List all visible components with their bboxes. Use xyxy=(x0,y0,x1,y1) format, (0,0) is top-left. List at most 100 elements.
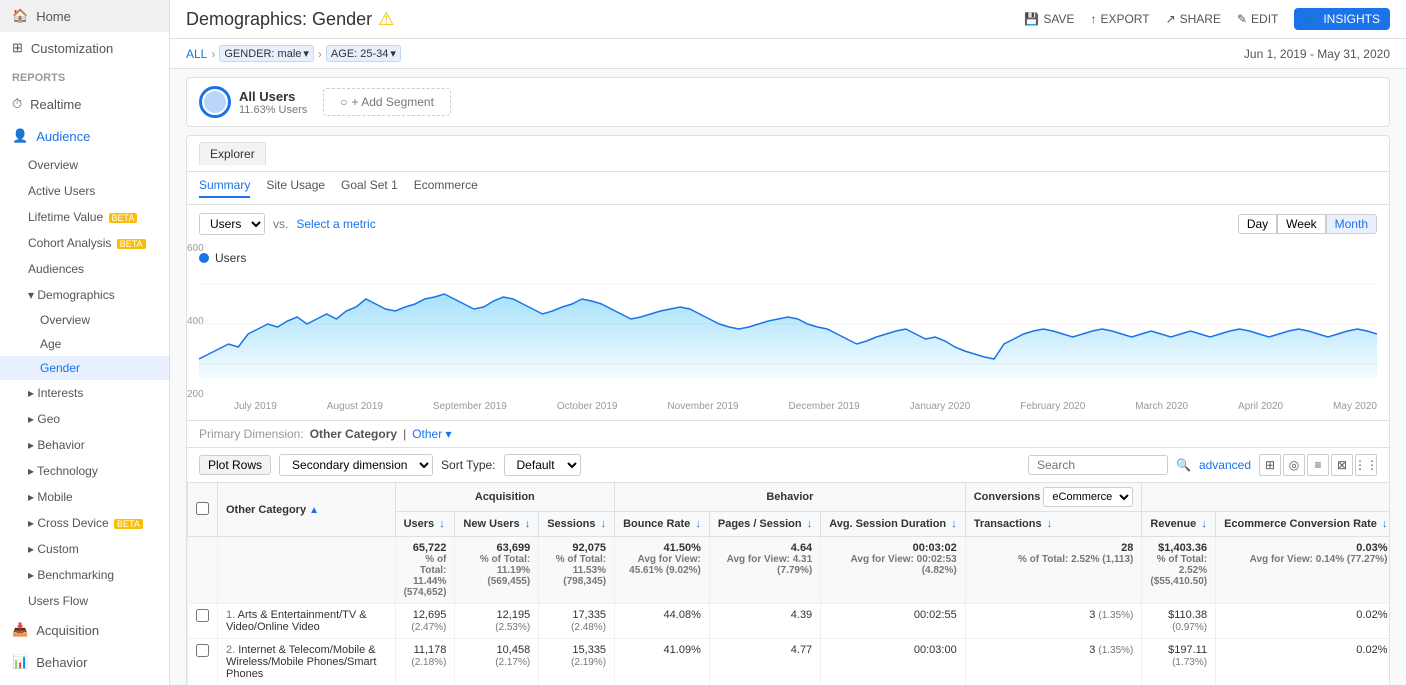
breadcrumb-all[interactable]: ALL xyxy=(186,47,207,61)
primary-dimension-bar: Primary Dimension: Other Category | Othe… xyxy=(187,420,1389,447)
total-avg-session: 00:03:02 Avg for View: 00:02:53 (4.82%) xyxy=(821,537,966,604)
sidebar-item-geo[interactable]: ▸ Geo xyxy=(0,406,169,432)
sidebar-item-active-users[interactable]: Active Users xyxy=(0,178,169,204)
sidebar-item-behavior[interactable]: 📊 Behavior xyxy=(0,646,169,678)
row-new-users: 12,195 (2.53%) xyxy=(455,604,539,639)
conversions-dropdown[interactable]: eCommerce xyxy=(1043,487,1133,507)
row-checkbox[interactable] xyxy=(196,644,209,657)
scatter-view-icon[interactable]: ⋮⋮ xyxy=(1355,454,1377,476)
primary-dim-other[interactable]: Other ▾ xyxy=(412,427,451,441)
users-col-header[interactable]: Users ↓ xyxy=(395,512,455,537)
table-search-input[interactable] xyxy=(1028,455,1168,475)
breadcrumb-age-chip[interactable]: AGE: 25-34 ▾ xyxy=(326,45,401,62)
sidebar-item-interests[interactable]: ▸ Interests xyxy=(0,380,169,406)
edit-button[interactable]: ✎ EDIT xyxy=(1237,12,1278,26)
select-all-checkbox[interactable] xyxy=(196,502,209,515)
time-btn-week[interactable]: Week xyxy=(1277,214,1325,234)
advanced-link[interactable]: advanced xyxy=(1199,458,1251,472)
time-buttons: Day Week Month xyxy=(1238,214,1377,234)
sub-tabs: Summary Site Usage Goal Set 1 Ecommerce xyxy=(187,172,1389,205)
sidebar-item-demographics-overview[interactable]: Overview xyxy=(0,308,169,332)
pivot-view-icon[interactable]: ⊠ xyxy=(1331,454,1353,476)
table-ctrl-right: 🔍 advanced ⊞ ◎ ≡ ⊠ ⋮⋮ xyxy=(1028,454,1377,476)
add-segment-button[interactable]: ○ + Add Segment xyxy=(323,88,451,116)
segment-info: All Users 11.63% Users xyxy=(239,89,307,116)
plot-rows-button[interactable]: Plot Rows xyxy=(199,455,271,475)
table-row: 2. Internet & Telecom/Mobile & Wireless/… xyxy=(188,639,1390,685)
tab-site-usage[interactable]: Site Usage xyxy=(266,178,325,198)
new-users-col-header[interactable]: New Users ↓ xyxy=(455,512,539,537)
sidebar-item-audiences[interactable]: Audiences xyxy=(0,256,169,282)
save-icon: 💾 xyxy=(1024,12,1039,26)
tab-summary[interactable]: Summary xyxy=(199,178,250,198)
customization-label: Customization xyxy=(31,41,113,56)
time-btn-month[interactable]: Month xyxy=(1326,214,1377,234)
sort-type-dropdown[interactable]: Default xyxy=(504,454,581,476)
breadcrumb-gender-chip[interactable]: GENDER: male ▾ xyxy=(219,45,314,62)
total-ecomm-conv: 0.03% Avg for View: 0.14% (77.27%) xyxy=(1216,537,1389,604)
bar-view-icon[interactable]: ≡ xyxy=(1307,454,1329,476)
sidebar-item-home[interactable]: 🏠 Home xyxy=(0,0,169,32)
row-checkbox-cell[interactable] xyxy=(188,604,218,639)
home-icon: 🏠 xyxy=(12,8,28,24)
home-label: Home xyxy=(36,9,71,24)
sidebar-item-gender[interactable]: Gender xyxy=(0,356,169,380)
sidebar-item-realtime[interactable]: ⏱ Realtime xyxy=(0,88,169,120)
ecomm-conv-col-header[interactable]: Ecommerce Conversion Rate ↓ xyxy=(1216,512,1389,537)
save-button[interactable]: 💾 SAVE xyxy=(1024,12,1074,26)
header-actions: 💾 SAVE ↑ EXPORT ↗ SHARE ✎ EDIT 👤 INSIGHT… xyxy=(1024,8,1390,30)
insights-icon: 👤 xyxy=(1304,12,1319,26)
row-transactions: 3 (1.35%) xyxy=(965,604,1142,639)
secondary-dimension-dropdown[interactable]: Secondary dimension xyxy=(279,454,433,476)
sidebar-item-behavior[interactable]: ▸ Behavior xyxy=(0,432,169,458)
row-category: 1. Arts & Entertainment/TV & Video/Onlin… xyxy=(218,604,396,639)
primary-dim-value: Other Category xyxy=(310,427,397,441)
select-all-header xyxy=(188,483,218,537)
chart-container: 600 400 200 xyxy=(199,269,1377,399)
time-btn-day[interactable]: Day xyxy=(1238,214,1277,234)
revenue-col-header[interactable]: Revenue ↓ xyxy=(1142,512,1216,537)
avg-session-col-header[interactable]: Avg. Session Duration ↓ xyxy=(821,512,966,537)
edit-icon: ✎ xyxy=(1237,12,1247,26)
sidebar-item-acquisition[interactable]: 📥 Acquisition xyxy=(0,614,169,646)
pie-view-icon[interactable]: ◎ xyxy=(1283,454,1305,476)
sidebar-item-age[interactable]: Age xyxy=(0,332,169,356)
metric-dropdown[interactable]: Users xyxy=(199,213,265,235)
table-view-icon[interactable]: ⊞ xyxy=(1259,454,1281,476)
row-users: 11,178 (2.18%) xyxy=(395,639,455,685)
sidebar-item-customization[interactable]: ⊞ Customization xyxy=(0,32,169,64)
row-checkbox-cell[interactable] xyxy=(188,639,218,685)
sidebar-item-conversions[interactable]: 🎯 Conversions xyxy=(0,678,169,685)
sidebar-item-demographics[interactable]: ▾ Demographics xyxy=(0,282,169,308)
export-button[interactable]: ↑ EXPORT xyxy=(1090,12,1149,26)
row-pages-session: 4.39 xyxy=(709,604,820,639)
sidebar-item-cross-device[interactable]: ▸ Cross Device BETA xyxy=(0,510,169,536)
tab-ecommerce[interactable]: Ecommerce xyxy=(414,178,478,198)
row-checkbox[interactable] xyxy=(196,609,209,622)
sidebar-item-overview[interactable]: Overview xyxy=(0,152,169,178)
sidebar-item-technology[interactable]: ▸ Technology xyxy=(0,458,169,484)
explorer-tab-label[interactable]: Explorer xyxy=(199,142,266,165)
sidebar-item-benchmarking[interactable]: ▸ Benchmarking xyxy=(0,562,169,588)
sidebar-item-users-flow[interactable]: Users Flow xyxy=(0,588,169,614)
export-icon: ↑ xyxy=(1090,12,1096,26)
sidebar-item-custom[interactable]: ▸ Custom xyxy=(0,536,169,562)
pages-session-col-header[interactable]: Pages / Session ↓ xyxy=(709,512,820,537)
tab-goal-set-1[interactable]: Goal Set 1 xyxy=(341,178,398,198)
insights-button[interactable]: 👤 INSIGHTS xyxy=(1294,8,1390,30)
page-title: Demographics: Gender ⚠ xyxy=(186,9,394,30)
select-metric-link[interactable]: Select a metric xyxy=(296,217,375,231)
sidebar-item-cohort-analysis[interactable]: Cohort Analysis BETA xyxy=(0,230,169,256)
segment-bar: All Users 11.63% Users ○ + Add Segment xyxy=(186,77,1390,127)
sidebar-item-lifetime-value[interactable]: Lifetime Value BETA xyxy=(0,204,169,230)
chip-dropdown-icon2: ▾ xyxy=(390,47,396,60)
sidebar-item-audience[interactable]: 👤 Audience xyxy=(0,120,169,152)
date-range[interactable]: Jun 1, 2019 - May 31, 2020 xyxy=(1244,47,1390,61)
segment-sub: 11.63% Users xyxy=(239,104,307,116)
transactions-col-header[interactable]: Transactions ↓ xyxy=(965,512,1142,537)
sidebar-item-mobile[interactable]: ▸ Mobile xyxy=(0,484,169,510)
sessions-col-header[interactable]: Sessions ↓ xyxy=(539,512,615,537)
share-button[interactable]: ↗ SHARE xyxy=(1166,12,1221,26)
bounce-rate-col-header[interactable]: Bounce Rate ↓ xyxy=(615,512,710,537)
row-category: 2. Internet & Telecom/Mobile & Wireless/… xyxy=(218,639,396,685)
